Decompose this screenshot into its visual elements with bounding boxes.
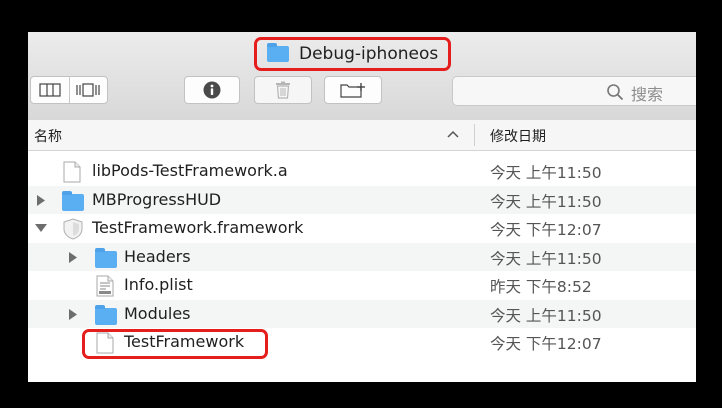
folder-icon (62, 190, 84, 211)
file-name: Headers (124, 246, 191, 266)
column-header-name[interactable]: 名称 (34, 126, 62, 146)
file-icon (63, 161, 81, 183)
file-date: 今天 上午11:50 (490, 192, 602, 211)
coverflow-view-icon (76, 83, 100, 97)
disclosure-down-icon[interactable] (35, 223, 47, 233)
column-header-date[interactable]: 修改日期 (490, 126, 546, 146)
file-name: MBProgressHUD (92, 189, 222, 209)
window-title-highlight: Debug-iphoneos (254, 37, 452, 71)
file-row[interactable]: Info.plist 昨天 下午8:52 (28, 271, 696, 300)
search-icon (607, 84, 624, 101)
folder-icon (267, 43, 289, 62)
file-row[interactable]: libPods-TestFramework.a 今天 上午11:50 (28, 157, 696, 186)
folder-icon (95, 304, 117, 325)
get-info-button[interactable] (184, 76, 240, 104)
file-date: 今天 上午11:50 (490, 306, 602, 325)
file-row[interactable]: TestFramework.framework 今天 下午12:07 (28, 214, 696, 243)
chevron-up-icon[interactable] (447, 130, 459, 138)
file-date: 今天 下午12:07 (490, 221, 602, 239)
folder-icon (95, 247, 117, 268)
disclosure-right-icon[interactable] (68, 251, 78, 263)
disclosure-right-icon[interactable] (36, 194, 46, 206)
new-folder-icon (340, 83, 365, 98)
coverflow-view-button[interactable] (68, 77, 108, 103)
trash-icon (276, 81, 290, 99)
file-row[interactable]: Headers 今天 上午11:50 (28, 242, 696, 271)
columns-view-button[interactable] (31, 77, 69, 103)
columns-view-icon (39, 83, 61, 97)
delete-button[interactable] (254, 76, 312, 104)
file-row[interactable]: TestFramework 今天 下午12:07 (28, 328, 696, 359)
search-field[interactable]: 搜索 (452, 76, 696, 106)
new-folder-button[interactable] (324, 76, 382, 104)
column-divider[interactable] (474, 124, 475, 146)
file-date: 今天 下午12:07 (490, 335, 602, 353)
info-icon (203, 81, 221, 99)
file-icon (96, 332, 114, 354)
file-date: 昨天 下午8:52 (490, 278, 592, 296)
finder-window: Debug-iphoneos 搜索 名称 修改日期 libPods-TestFr… (28, 32, 696, 382)
toolbar: Debug-iphoneos 搜索 (28, 32, 696, 121)
file-name: libPods-TestFramework.a (92, 161, 288, 180)
file-date: 今天 上午11:50 (490, 249, 602, 268)
file-date: 今天 上午11:50 (490, 164, 602, 182)
framework-icon (63, 218, 83, 240)
file-name: Info.plist (124, 275, 193, 294)
file-name: TestFramework (124, 332, 245, 351)
search-placeholder: 搜索 (631, 85, 664, 104)
column-header: 名称 修改日期 (28, 120, 696, 151)
file-name: TestFramework.framework (92, 218, 304, 237)
file-name: Modules (124, 303, 191, 323)
window-title: Debug-iphoneos (299, 44, 439, 64)
file-row[interactable]: Modules 今天 上午11:50 (28, 299, 696, 328)
plist-icon (96, 275, 114, 297)
file-row[interactable]: MBProgressHUD 今天 上午11:50 (28, 185, 696, 214)
disclosure-right-icon[interactable] (68, 308, 78, 320)
view-mode-segment[interactable] (30, 76, 108, 104)
